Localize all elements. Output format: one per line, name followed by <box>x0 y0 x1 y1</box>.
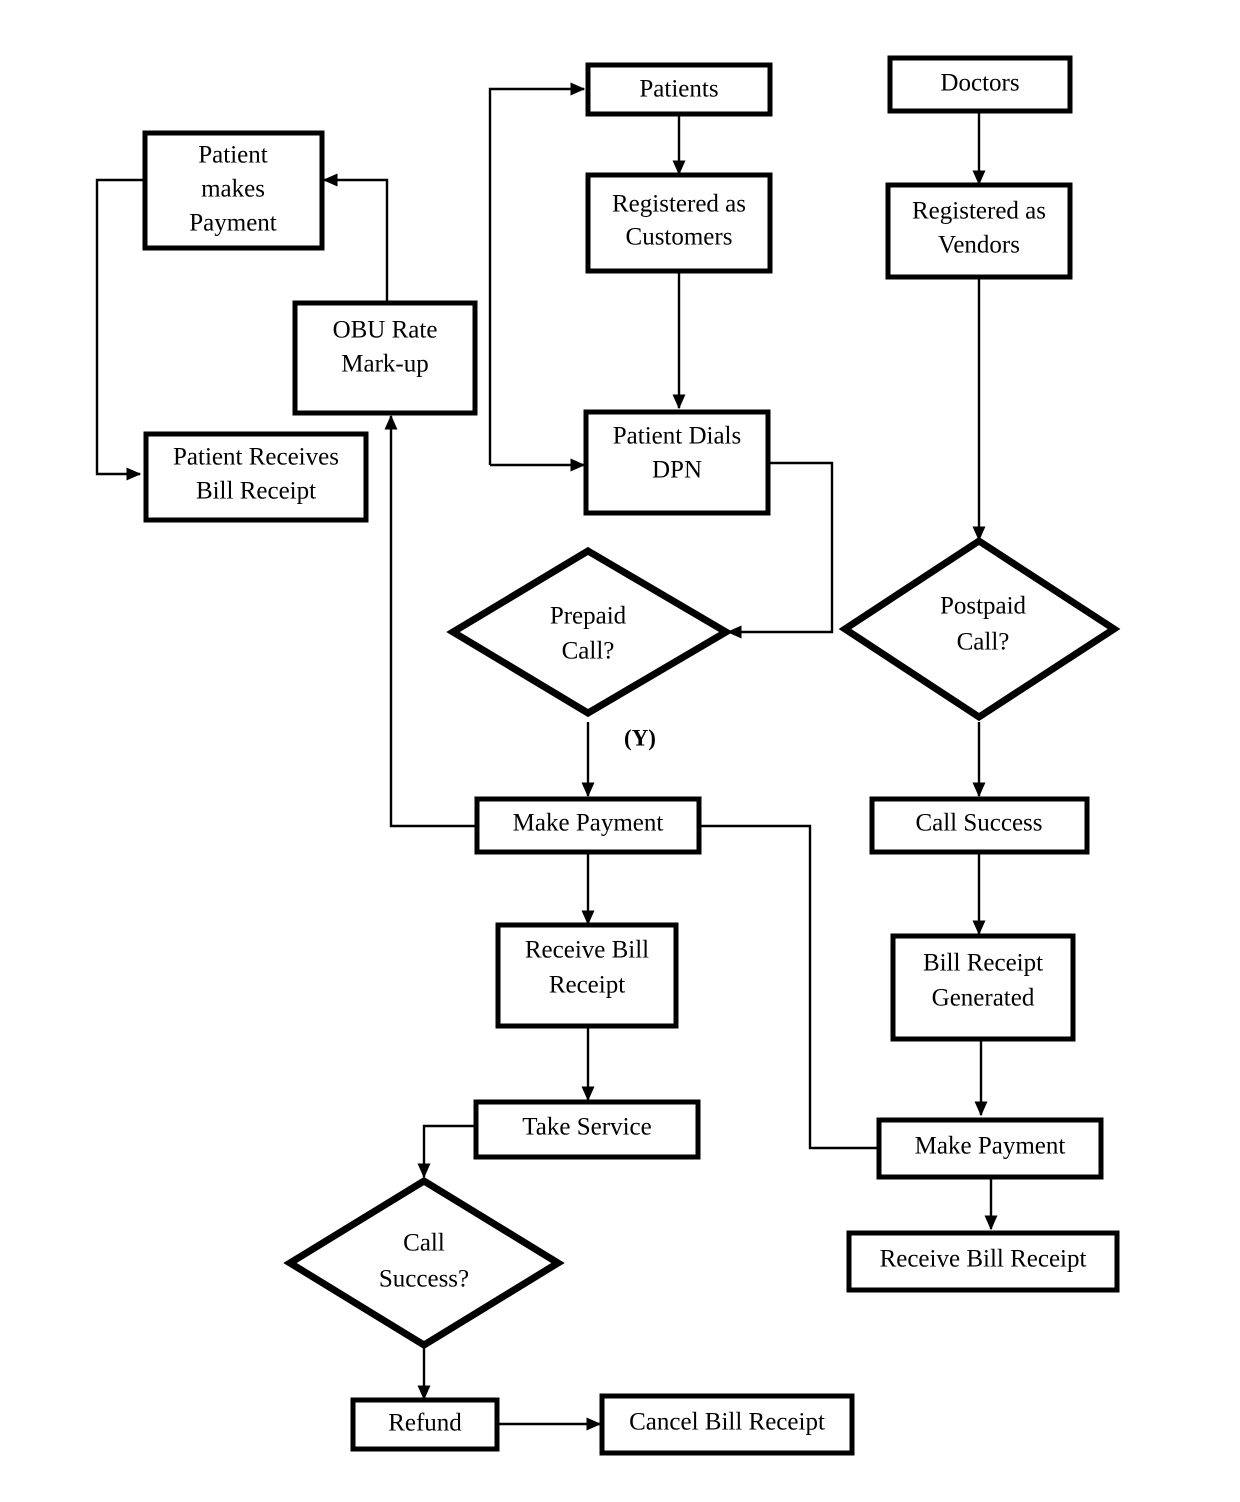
node-receive-bill-receipt-prepaid[interactable]: Receive Bill Receipt <box>495 922 679 1029</box>
node-label-call-success: Call Success <box>915 810 1042 837</box>
node-label-prepaid-call-line2: Call? <box>562 638 615 665</box>
node-label-take-service: Take Service <box>522 1114 651 1141</box>
node-label-patient-makes-payment-line2: makes <box>201 176 265 203</box>
node-take-service[interactable]: Take Service <box>473 1099 701 1160</box>
branch-label-prepaid-yes: (Y) <box>624 725 656 750</box>
node-label-refund: Refund <box>388 1410 462 1437</box>
node-patients[interactable]: Patients <box>585 62 773 117</box>
node-label-call-success-decision-line1: Call <box>403 1230 445 1257</box>
edge-take-service-to-call-success-decision <box>417 1124 475 1179</box>
node-cancel-bill-receipt[interactable]: Cancel Bill Receipt <box>599 1393 855 1456</box>
node-label-patient-makes-payment-line1: Patient <box>198 142 267 169</box>
node-label-call-success-decision-line2: Success? <box>379 1266 469 1293</box>
node-registered-as-vendors[interactable]: Registered as Vendors <box>885 182 1073 280</box>
edge-patient-makes-payment-to-patient-receives-bill-receipt <box>95 178 143 481</box>
node-postpaid-call[interactable]: Postpaid Call? <box>838 536 1121 722</box>
node-label-patient-receives-bill-receipt-line1: Patient Receives <box>173 444 339 471</box>
node-patient-dials-dpn[interactable]: Patient Dials DPN <box>583 409 771 516</box>
node-label-make-payment-prepaid: Make Payment <box>513 810 664 837</box>
node-make-payment-prepaid[interactable]: Make Payment <box>474 796 702 855</box>
node-label-registered-as-vendors-line1: Registered as <box>912 198 1046 225</box>
node-label-patient-makes-payment-line3: Payment <box>189 210 277 237</box>
node-obu-rate-markup[interactable]: OBU Rate Mark-up <box>292 300 478 416</box>
node-label-receive-bill-receipt-postpaid: Receive Bill Receipt <box>880 1246 1087 1273</box>
node-label-receive-bill-receipt-prepaid-line2: Receipt <box>549 972 625 999</box>
node-label-patient-receives-bill-receipt-line2: Bill Receipt <box>196 478 316 505</box>
node-doctors[interactable]: Doctors <box>887 55 1073 114</box>
node-label-patients: Patients <box>639 76 718 103</box>
edge-make-payment-prepaid-to-make-payment-postpaid <box>700 824 877 1150</box>
node-label-patient-dials-dpn-line2: DPN <box>652 457 702 484</box>
node-bill-receipt-generated[interactable]: Bill Receipt Generated <box>890 933 1076 1042</box>
node-patient-receives-bill-receipt[interactable]: Patient Receives Bill Receipt <box>143 431 369 523</box>
node-label-bill-receipt-generated-line1: Bill Receipt <box>923 950 1043 977</box>
edge-feeder-to-patients <box>488 82 586 465</box>
edge-obu-rate-markup-to-patient-makes-payment <box>322 173 389 305</box>
flowchart-canvas: Patient makes Payment Patients Doctors R… <box>0 0 1240 1502</box>
node-label-make-payment-postpaid: Make Payment <box>915 1133 1066 1160</box>
node-label-bill-receipt-generated-line2: Generated <box>932 985 1035 1012</box>
node-label-registered-as-vendors-line2: Vendors <box>938 232 1020 259</box>
node-call-success[interactable]: Call Success <box>869 796 1090 855</box>
node-label-doctors: Doctors <box>940 70 1019 97</box>
node-registered-as-customers[interactable]: Registered as Customers <box>585 172 773 274</box>
node-patient-makes-payment[interactable]: Patient makes Payment <box>142 130 325 251</box>
node-label-patient-dials-dpn-line1: Patient Dials <box>613 423 741 450</box>
edge-make-payment-to-obu-rate-markup <box>384 414 477 828</box>
node-label-registered-as-customers-line2: Customers <box>626 224 733 251</box>
node-label-registered-as-customers-line1: Registered as <box>612 191 746 218</box>
node-label-postpaid-call-line1: Postpaid <box>940 593 1027 620</box>
flowchart-svg: Patient makes Payment Patients Doctors R… <box>95 55 1121 1456</box>
node-make-payment-postpaid[interactable]: Make Payment <box>876 1117 1104 1180</box>
node-label-receive-bill-receipt-prepaid-line1: Receive Bill <box>525 937 649 964</box>
node-label-cancel-bill-receipt: Cancel Bill Receipt <box>629 1409 825 1436</box>
node-label-prepaid-call-line1: Prepaid <box>550 603 627 630</box>
node-label-obu-rate-markup-line1: OBU Rate <box>333 317 438 344</box>
node-receive-bill-receipt-postpaid[interactable]: Receive Bill Receipt <box>846 1230 1120 1293</box>
node-label-obu-rate-markup-line2: Mark-up <box>341 351 428 378</box>
node-prepaid-call[interactable]: Prepaid Call? <box>446 546 733 718</box>
node-refund[interactable]: Refund <box>350 1397 500 1452</box>
node-call-success-decision[interactable]: Call Success? <box>283 1176 565 1350</box>
node-label-postpaid-call-line2: Call? <box>957 629 1010 656</box>
